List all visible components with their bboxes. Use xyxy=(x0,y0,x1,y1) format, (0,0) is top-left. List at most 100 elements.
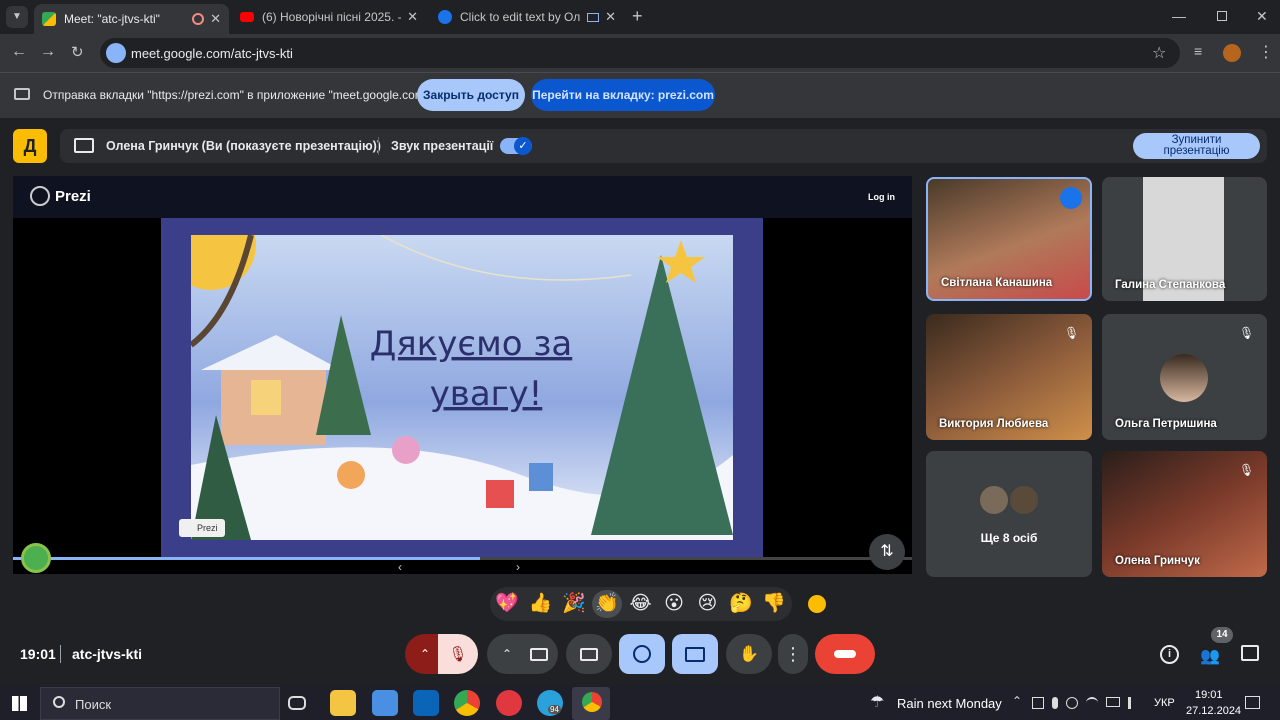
next-slide-icon[interactable]: › xyxy=(516,560,520,574)
language-indicator[interactable]: УКР xyxy=(1154,697,1175,709)
mic-toggle-button[interactable]: 🎙 xyxy=(438,634,478,674)
search-icon xyxy=(53,696,65,708)
divider xyxy=(378,137,379,155)
watermark-text: Prezi xyxy=(197,523,218,533)
more-participants-tile[interactable]: Ще 8 осіб xyxy=(926,451,1092,577)
present-icon xyxy=(685,646,705,662)
raise-hand-button[interactable]: ✋ xyxy=(726,634,772,674)
clock-time[interactable]: 19:01 xyxy=(1195,689,1223,701)
chrome-icon[interactable] xyxy=(454,690,480,716)
tab-youtube[interactable]: (6) Новорічні пісні 2025. - YouT ✕ xyxy=(232,4,426,30)
leave-call-button[interactable] xyxy=(815,634,875,674)
presentation-audio-label: Звук презентації xyxy=(391,139,494,153)
participant-tile[interactable]: 🎙 Олена Гринчук xyxy=(1102,451,1267,577)
avatar xyxy=(1008,484,1040,516)
wps-icon[interactable] xyxy=(496,690,522,716)
stop-presenting-button[interactable]: Зупинити презентацію xyxy=(1133,133,1260,159)
reaction-button[interactable]: 😂 xyxy=(626,590,656,618)
progress-track[interactable] xyxy=(13,557,912,560)
tab-meet[interactable]: Meet: "atc-jtvs-kti" ✕ xyxy=(34,4,229,34)
participant-tile[interactable]: 🎙 Ольга Петришина xyxy=(1102,314,1267,440)
camera-icon xyxy=(530,647,548,661)
captions-icon xyxy=(580,647,598,661)
youtube-icon xyxy=(240,12,254,22)
stop-line-2: презентацію xyxy=(1163,145,1230,157)
notifications-icon[interactable] xyxy=(1245,696,1260,709)
prezi-icon xyxy=(438,10,452,24)
participant-tile[interactable]: 🎙 Виктория Любиева xyxy=(926,314,1092,440)
reaction-button[interactable]: 👍 xyxy=(525,590,555,618)
more-participants-label: Ще 8 осіб xyxy=(980,531,1038,545)
clock-date[interactable]: 27.12.2024 xyxy=(1186,705,1241,717)
bookmark-star-icon[interactable]: ☆ xyxy=(1152,43,1166,63)
more-options-button[interactable]: ⋮ xyxy=(778,634,808,674)
participant-tile[interactable]: Галина Степанкова xyxy=(1102,177,1267,301)
address-text: meet.google.com/atc-jtvs-kti xyxy=(131,46,293,61)
store-icon[interactable] xyxy=(372,690,398,716)
close-access-button[interactable]: Закрыть доступ xyxy=(417,79,525,111)
reaction-button[interactable]: 👎 xyxy=(759,590,789,618)
avatar xyxy=(1160,354,1208,402)
tab-title: Click to edit text by Ольга П xyxy=(460,10,581,24)
weather-text[interactable]: Rain next Monday xyxy=(897,696,1002,711)
prezi-login-link[interactable]: Log in xyxy=(868,192,895,202)
swap-layout-button[interactable]: ⇅ xyxy=(869,534,905,570)
menu-icon[interactable]: ⋮ xyxy=(1258,42,1274,62)
infobar-message: Отправка вкладки "https://prezi.com" в п… xyxy=(43,88,440,102)
presentation-audio-toggle[interactable]: ✓ xyxy=(500,137,532,155)
profile-avatar[interactable] xyxy=(1223,44,1241,62)
chrome-active-logo xyxy=(582,692,602,712)
chat-icon[interactable] xyxy=(1241,645,1259,661)
captions-button[interactable] xyxy=(566,634,612,674)
address-bar[interactable]: meet.google.com/atc-jtvs-kti ☆ xyxy=(100,38,1180,68)
tab-title: Meet: "atc-jtvs-kti" xyxy=(64,12,160,26)
reaction-button[interactable]: 🤔 xyxy=(726,590,756,618)
windows-start-icon[interactable] xyxy=(12,696,27,711)
wifi-icon xyxy=(1086,697,1098,709)
minimize-icon[interactable]: — xyxy=(1172,8,1186,24)
tab-strip: ▼ Meet: "atc-jtvs-kti" ✕ (6) Новорічні п… xyxy=(0,0,1280,34)
reload-icon[interactable]: ↻ xyxy=(71,43,84,61)
close-tab-icon[interactable]: ✕ xyxy=(210,11,221,27)
reaction-button[interactable]: 😢 xyxy=(692,590,722,618)
meeting-code: atc-jtvs-kti xyxy=(72,646,143,662)
camera-toggle-button[interactable] xyxy=(520,634,558,674)
prezi-logo-icon xyxy=(30,186,50,206)
speaking-indicator-icon xyxy=(1060,187,1082,209)
tab-title: (6) Новорічні пісні 2025. - YouT xyxy=(262,10,401,24)
tray-icons[interactable] xyxy=(1032,697,1144,709)
reaction-button[interactable]: 🎉 xyxy=(559,590,589,618)
close-window-icon[interactable]: ✕ xyxy=(1256,8,1268,25)
prev-slide-icon[interactable]: ‹ xyxy=(398,560,402,574)
forward-icon[interactable]: → xyxy=(40,43,56,61)
mic-off-icon: 🎙 xyxy=(1064,326,1080,340)
participant-tile[interactable]: Світлана Канашина xyxy=(926,177,1092,301)
screen-share-icon xyxy=(14,88,30,100)
close-tab-icon[interactable]: ✕ xyxy=(407,9,418,25)
tab-prezi[interactable]: Click to edit text by Ольга П ✕ xyxy=(430,4,624,30)
back-icon[interactable]: ← xyxy=(11,43,27,61)
reaction-button[interactable]: 💖 xyxy=(492,590,522,618)
outlook-icon[interactable] xyxy=(413,690,439,716)
people-icon[interactable]: 👥 xyxy=(1200,646,1220,666)
skin-tone-button[interactable] xyxy=(808,595,826,613)
maximize-icon[interactable] xyxy=(1217,11,1227,21)
media-control-icon[interactable]: ≡ xyxy=(1194,43,1202,59)
tab-search-button[interactable]: ▼ xyxy=(6,6,28,28)
reaction-button[interactable]: 😮 xyxy=(659,590,689,618)
close-tab-icon[interactable]: ✕ xyxy=(605,9,616,25)
go-to-tab-button[interactable]: Перейти на вкладку: prezi.com xyxy=(531,79,715,111)
reaction-button[interactable]: 👏 xyxy=(592,590,623,618)
effects-icon[interactable] xyxy=(21,543,51,573)
reactions-button[interactable] xyxy=(619,634,665,674)
new-tab-button[interactable]: + xyxy=(632,6,643,27)
file-explorer-icon[interactable] xyxy=(330,690,356,716)
tray-chevron-icon[interactable]: ⌃ xyxy=(1012,694,1022,708)
slide-frame: Дякуємо за увагу! Prezi xyxy=(161,218,763,557)
meeting-details-icon[interactable]: i xyxy=(1160,645,1179,664)
camera-indicator-icon[interactable] xyxy=(106,43,126,63)
task-view-icon[interactable] xyxy=(288,696,306,710)
present-now-button[interactable] xyxy=(672,634,718,674)
taskbar-search-box[interactable]: Поиск xyxy=(40,687,280,720)
record-icon xyxy=(192,13,205,25)
